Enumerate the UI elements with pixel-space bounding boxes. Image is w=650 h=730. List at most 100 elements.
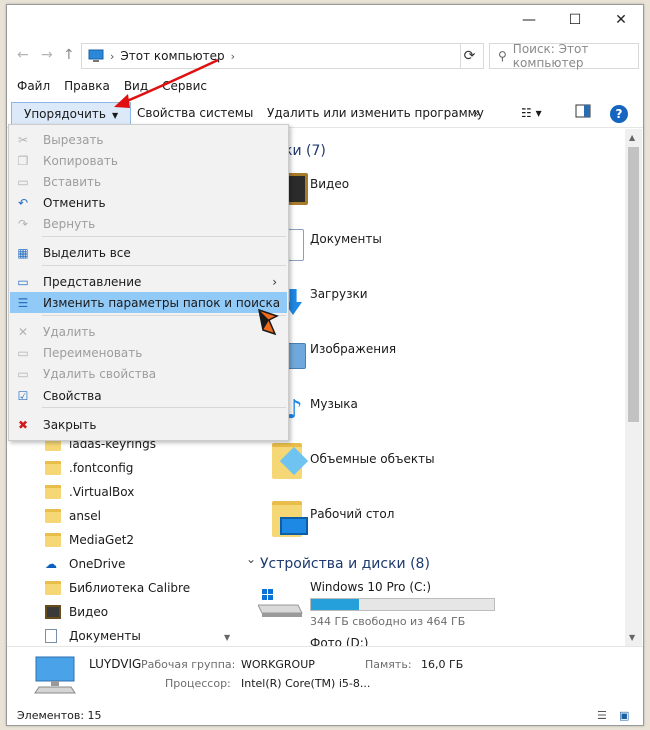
tree-item[interactable]: Документы bbox=[45, 624, 190, 646]
folder-icon bbox=[45, 581, 61, 595]
menu-separator bbox=[42, 265, 286, 266]
folder-item-pictures[interactable]: Изображения bbox=[310, 342, 396, 356]
computer-large-icon bbox=[33, 655, 77, 695]
folder-item-video[interactable]: Видео bbox=[310, 177, 349, 191]
scroll-down-icon[interactable]: ▼ bbox=[629, 633, 635, 642]
collapse-icon[interactable]: ⌄ bbox=[246, 552, 256, 566]
menu-file[interactable]: Файл bbox=[17, 79, 50, 99]
folder-item-desktop[interactable]: Рабочий стол bbox=[310, 507, 394, 521]
content-scrollbar[interactable]: ▲ ▼ bbox=[625, 129, 642, 646]
tree-item[interactable]: .VirtualBox bbox=[45, 480, 190, 504]
menu-item-properties[interactable]: ☑ Свойства bbox=[10, 385, 287, 406]
menu-item-label: Выделить все bbox=[43, 245, 131, 260]
drive-c-name[interactable]: Windows 10 Pro (C:) bbox=[310, 580, 431, 594]
submenu-arrow-icon: › bbox=[272, 274, 277, 289]
scroll-up-icon[interactable]: ▲ bbox=[629, 133, 635, 142]
computer-name: LUYDVIG bbox=[89, 657, 142, 671]
delete-icon: ✕ bbox=[17, 324, 29, 339]
menu-item-undo[interactable]: ↶ Отменить bbox=[10, 192, 287, 213]
menu-item-label: Удалить bbox=[43, 324, 96, 339]
menu-item-redo[interactable]: ↷ Вернуть bbox=[10, 213, 287, 234]
menu-bar: Файл Правка Вид Сервис bbox=[7, 79, 643, 99]
tree-item[interactable]: MediaGet2 bbox=[45, 528, 190, 552]
menu-item-scissors[interactable]: ✂ Вырезать bbox=[10, 129, 287, 150]
undo-icon: ↶ bbox=[17, 195, 29, 210]
menu-item-view[interactable]: ▭ Представление › bbox=[10, 271, 287, 292]
workgroup-value: WORKGROUP bbox=[241, 658, 315, 671]
menu-item-folder-options[interactable]: ☰ Изменить параметры папок и поиска bbox=[10, 292, 287, 313]
view-options-icon[interactable]: ☷ ▾ bbox=[521, 106, 542, 120]
breadcrumb-separator[interactable]: › bbox=[231, 50, 235, 63]
rename-icon: ▭ bbox=[17, 345, 29, 360]
large-icons-view-icon[interactable]: ▣ bbox=[619, 709, 629, 722]
menu-item-paste[interactable]: ▭ Вставить bbox=[10, 171, 287, 192]
preview-pane-icon[interactable] bbox=[575, 104, 591, 121]
content-pane: ки (7) Видео Документы Загрузки Изображе… bbox=[236, 129, 625, 646]
menu-item-remove-properties[interactable]: ▭ Удалить свойства bbox=[10, 363, 287, 384]
menu-edit[interactable]: Правка bbox=[64, 79, 110, 99]
drive-c-usage-bar bbox=[310, 598, 495, 611]
folder-icon bbox=[45, 461, 61, 475]
menu-item-delete[interactable]: ✕ Удалить bbox=[10, 321, 287, 342]
menu-item-close-red[interactable]: ✖ Закрыть bbox=[10, 414, 287, 435]
workgroup-label: Рабочая группа: bbox=[141, 658, 236, 671]
menu-item-label: Вставить bbox=[43, 174, 102, 189]
drive-c-free-space: 344 ГБ свободно из 464 ГБ bbox=[310, 615, 466, 628]
status-bar: Элементов: 15 ☰ ▣ bbox=[7, 705, 643, 726]
scrollbar-thumb[interactable] bbox=[628, 147, 639, 422]
tree-item[interactable]: Библиотека Calibre bbox=[45, 576, 190, 600]
properties-icon: ☑ bbox=[17, 388, 29, 403]
help-icon[interactable]: ? bbox=[610, 105, 628, 123]
drive-c-icon bbox=[257, 589, 304, 619]
group-header-devices[interactable]: Устройства и диски (8) bbox=[260, 556, 430, 572]
tree-item[interactable]: Видео bbox=[45, 600, 190, 624]
details-view-icon[interactable]: ☰ bbox=[597, 709, 607, 722]
forward-icon[interactable]: → bbox=[41, 47, 53, 63]
refresh-icon[interactable]: ⟳ bbox=[456, 43, 484, 69]
folder-item-documents[interactable]: Документы bbox=[310, 232, 382, 246]
drive-c-usage-fill bbox=[311, 599, 359, 610]
desktop-screen-icon bbox=[280, 517, 308, 535]
scroll-down-icon[interactable]: ▼ bbox=[224, 633, 230, 642]
group-header-folders[interactable]: ки (7) bbox=[284, 143, 326, 159]
menu-item-rename[interactable]: ▭ Переименовать bbox=[10, 342, 287, 363]
tree-item[interactable]: .fontconfig bbox=[45, 456, 190, 480]
search-input[interactable]: ⚲ Поиск: Этот компьютер bbox=[489, 42, 639, 70]
minimize-button[interactable]: — bbox=[506, 5, 552, 35]
tree-item-label: .fontconfig bbox=[69, 461, 134, 475]
folder-options-icon: ☰ bbox=[17, 295, 29, 310]
back-icon[interactable]: ← bbox=[17, 47, 29, 63]
folder-item-downloads[interactable]: Загрузки bbox=[310, 287, 368, 301]
address-row: ← → ↑ › Этот компьютер › ⟳ ⚲ Поиск: Этот… bbox=[7, 41, 643, 71]
menu-item-select-all[interactable]: ▦ Выделить все bbox=[10, 242, 287, 263]
maximize-button[interactable]: ☐ bbox=[552, 5, 598, 35]
folder-icon bbox=[45, 533, 61, 547]
memory-label: Память: bbox=[365, 658, 412, 671]
folder-item-music[interactable]: Музыка bbox=[310, 397, 358, 411]
redo-icon: ↷ bbox=[17, 216, 29, 231]
tree-item-label: OneDrive bbox=[69, 557, 126, 571]
tree-item-label: .VirtualBox bbox=[69, 485, 135, 499]
menu-separator bbox=[42, 236, 286, 237]
more-commands-button[interactable]: » bbox=[473, 106, 480, 120]
tree-item[interactable]: ☁ OneDrive bbox=[45, 552, 190, 576]
drive-d-name[interactable]: Фото (D:) bbox=[310, 636, 368, 646]
folder-item-3d-objects[interactable]: Объемные объекты bbox=[310, 452, 435, 466]
computer-icon bbox=[88, 49, 104, 62]
menu-item-label: Переименовать bbox=[43, 345, 143, 360]
up-icon[interactable]: ↑ bbox=[63, 47, 75, 63]
menu-item-label: Вырезать bbox=[43, 132, 104, 147]
uninstall-program-button[interactable]: Удалить или изменить программу bbox=[267, 106, 484, 120]
menu-item-label: Отменить bbox=[43, 195, 106, 210]
copy-icon: ❐ bbox=[17, 153, 29, 168]
documents-folder-icon bbox=[45, 629, 57, 643]
tree-item[interactable]: ansel bbox=[45, 504, 190, 528]
menu-item-copy[interactable]: ❐ Копировать bbox=[10, 150, 287, 171]
close-button[interactable]: ✕ bbox=[598, 5, 644, 35]
menu-item-label: Свойства bbox=[43, 388, 102, 403]
title-bar: — ☐ ✕ bbox=[7, 5, 643, 35]
remove-properties-icon: ▭ bbox=[17, 366, 29, 381]
item-count: Элементов: 15 bbox=[17, 709, 102, 722]
menu-item-label: Вернуть bbox=[43, 216, 96, 231]
menu-separator bbox=[42, 407, 286, 408]
